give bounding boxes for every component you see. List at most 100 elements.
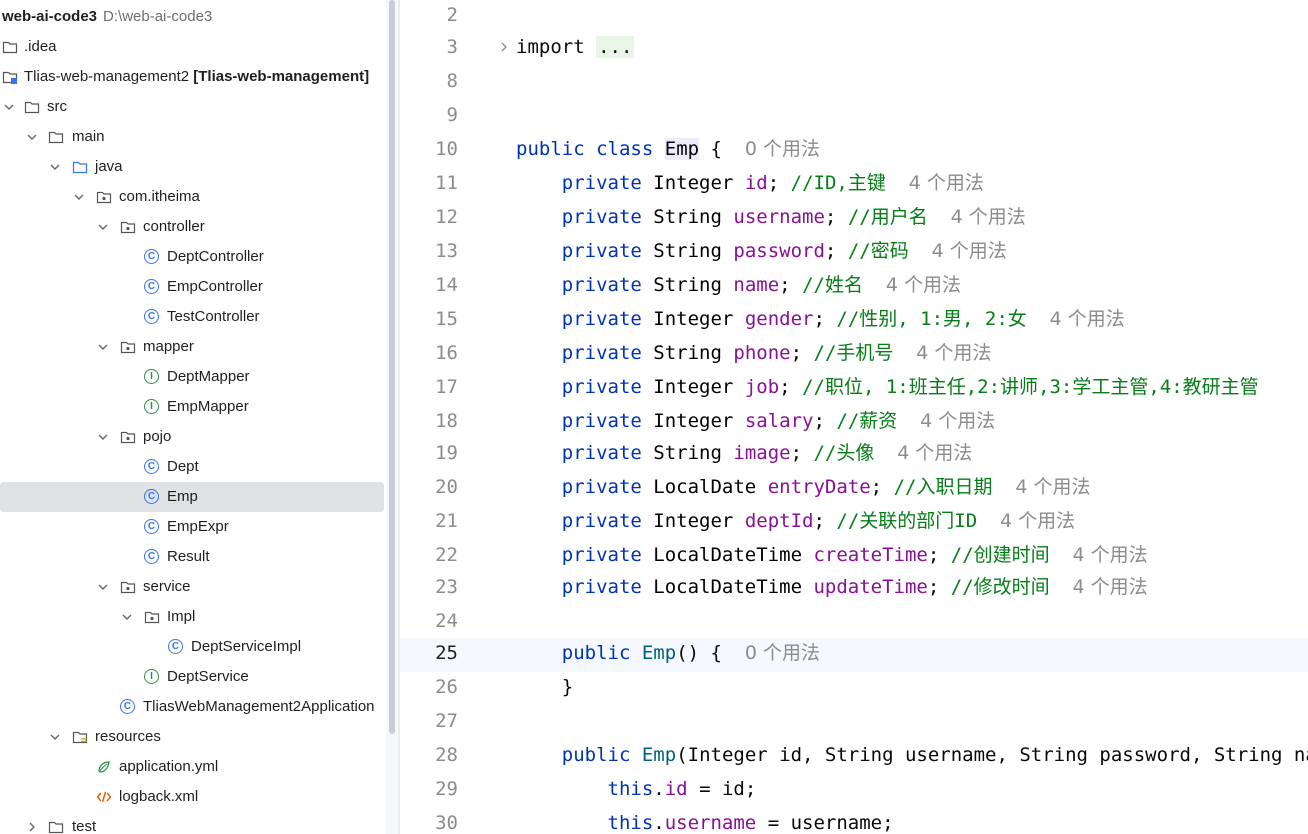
tree-item-dept-mapper[interactable]: I DeptMapper [0, 362, 386, 392]
chevron-right-icon[interactable] [25, 820, 39, 834]
code-keyword: private [561, 308, 642, 330]
code-text: ; [767, 172, 780, 194]
code-comment: //关联的部门ID [836, 510, 978, 532]
line-number: 28 [435, 744, 458, 766]
xml-file-icon [96, 791, 112, 803]
code-line: 13 private String password; //密码 4 个用法 [400, 236, 1308, 270]
code-comment: //密码 [847, 240, 909, 262]
tree-item-emp-mapper[interactable]: I EmpMapper [0, 392, 386, 422]
line-number: 15 [435, 308, 458, 330]
field-type: String [653, 274, 722, 296]
line-number: 29 [435, 778, 458, 800]
usage-hint[interactable]: 4 个用法 [1015, 476, 1090, 498]
tree-item-test-controller[interactable]: C TestController [0, 302, 386, 332]
line-number: 30 [435, 812, 458, 834]
chevron-down-icon[interactable] [48, 730, 62, 744]
code-keyword: private [561, 274, 642, 296]
chevron-down-icon[interactable] [2, 100, 16, 114]
tree-item-label: service [143, 578, 191, 595]
tree-item-logback-xml[interactable]: logback.xml [0, 782, 386, 812]
field-type: LocalDate [653, 476, 757, 498]
code-text: ; [779, 274, 791, 296]
tree-item-dept-controller[interactable]: C DeptController [0, 242, 386, 272]
tree-scrollbar[interactable] [386, 0, 398, 834]
chevron-down-icon[interactable] [72, 190, 86, 204]
tree-item-mapper[interactable]: mapper [0, 332, 386, 362]
line-number: 24 [435, 610, 458, 632]
line-number: 23 [435, 576, 458, 598]
tree-item-src[interactable]: src [0, 92, 386, 122]
usage-hint[interactable]: 4 个用法 [932, 240, 1007, 262]
usage-hint[interactable]: 4 个用法 [951, 206, 1026, 228]
tree-item-label: TestController [167, 308, 260, 325]
usage-hint[interactable]: 4 个用法 [1073, 544, 1148, 566]
usage-hint[interactable]: 4 个用法 [1073, 576, 1148, 598]
chevron-down-icon[interactable] [48, 160, 62, 174]
code-text: () { [676, 642, 722, 664]
code-keyword: private [561, 342, 642, 364]
folded-imports[interactable]: ... [596, 36, 635, 58]
code-comment: //入职日期 [893, 476, 993, 498]
usage-hint[interactable]: 4 个用法 [920, 410, 995, 432]
chevron-down-icon[interactable] [25, 130, 39, 144]
tree-item-emp-selected[interactable]: C Emp [0, 482, 384, 512]
chevron-down-icon[interactable] [120, 610, 134, 624]
tree-item-module[interactable]: Tlias-web-management2 [Tlias-web-managem… [0, 62, 386, 92]
line-number: 21 [435, 510, 458, 532]
tree-item-java[interactable]: java [0, 152, 386, 182]
tree-item-resources[interactable]: resources [0, 722, 386, 752]
tree-item-application[interactable]: C TliasWebManagement2Application [0, 692, 386, 722]
chevron-down-icon[interactable] [96, 580, 110, 594]
code-keyword: private [561, 544, 642, 566]
code-comment: //职位, 1:班主任,2:讲师,3:学工主管,4:教研主管 [802, 376, 1259, 398]
usage-hint[interactable]: 4 个用法 [1050, 308, 1125, 330]
code-line: 20 private LocalDate entryDate; //入职日期 4… [400, 472, 1308, 506]
usage-hint[interactable]: 0 个用法 [745, 138, 820, 160]
usage-hint[interactable]: 4 个用法 [909, 172, 984, 194]
chevron-down-icon[interactable] [96, 220, 110, 234]
tree-item-dept-service-impl[interactable]: C DeptServiceImpl [0, 632, 386, 662]
usage-hint[interactable]: 0 个用法 [745, 642, 820, 664]
tree-item-idea[interactable]: .idea [0, 32, 386, 62]
tree-item-service[interactable]: service [0, 572, 386, 602]
tree-item-result[interactable]: C Result [0, 542, 386, 572]
field-type: String [653, 342, 722, 364]
code-text: ; [790, 342, 803, 364]
tree-item-main[interactable]: main [0, 122, 386, 152]
tree-item-dept-service[interactable]: I DeptService [0, 662, 386, 692]
package-icon [96, 191, 112, 204]
code-text: = id; [687, 778, 757, 800]
chevron-down-icon[interactable] [96, 340, 110, 354]
line-number: 8 [446, 70, 458, 92]
field-type: Integer [653, 308, 734, 330]
code-editor[interactable]: 2 3 import ... 8 9 10 public class Emp {… [400, 0, 1308, 834]
chevron-down-icon[interactable] [96, 430, 110, 444]
usage-hint[interactable]: 4 个用法 [916, 342, 991, 364]
tree-item-test[interactable]: test [0, 812, 386, 834]
tree-item-impl[interactable]: Impl [0, 602, 386, 632]
line-number: 25 [435, 642, 458, 664]
tree-item-dept[interactable]: C Dept [0, 452, 386, 482]
usage-hint[interactable]: 4 个用法 [897, 442, 972, 464]
tree-item-application-yml[interactable]: application.yml [0, 752, 386, 782]
code-keyword: this [607, 778, 654, 800]
usage-hint[interactable]: 4 个用法 [886, 274, 961, 296]
usage-hint[interactable]: 4 个用法 [1000, 510, 1075, 532]
code-comment: //修改时间 [950, 576, 1050, 598]
field-name: username [664, 812, 757, 834]
tree-item-emp-controller[interactable]: C EmpController [0, 272, 386, 302]
tree-scroll-thumb[interactable] [389, 0, 395, 734]
tree-item-label: EmpExpr [167, 518, 229, 535]
tree-item-controller[interactable]: controller [0, 212, 386, 242]
current-code-line: 25 public Emp() { 0 个用法 [400, 638, 1308, 672]
tree-item-emp-expr[interactable]: C EmpExpr [0, 512, 386, 542]
fold-expand-icon[interactable] [498, 41, 510, 53]
code-text: ; [813, 308, 825, 330]
code-comment: //性别, 1:男, 2:女 [836, 308, 1027, 330]
tree-item-pojo[interactable]: pojo [0, 422, 386, 452]
tree-item-label: Impl [167, 608, 196, 625]
code-line: 14 private String name; //姓名 4 个用法 [400, 270, 1308, 304]
tree-root[interactable]: web-ai-code3 D:\web-ai-code3 [0, 2, 386, 32]
folder-icon [2, 41, 18, 54]
tree-item-package[interactable]: com.itheima [0, 182, 386, 212]
